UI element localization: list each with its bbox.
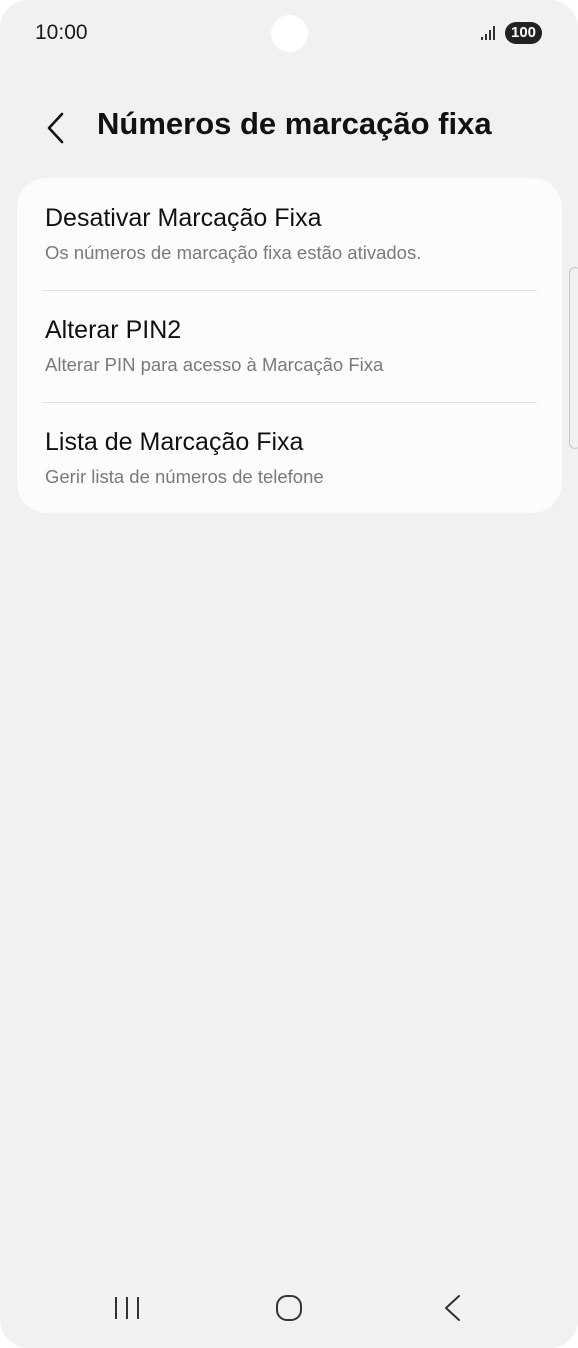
status-time: 10:00 xyxy=(35,21,88,44)
home-icon xyxy=(276,1295,302,1321)
item-title: Alterar PIN2 xyxy=(45,316,182,344)
item-title: Desativar Marcação Fixa xyxy=(45,204,322,232)
page-title: Números de marcação fixa xyxy=(97,106,492,141)
settings-card: Desativar Marcação Fixa Os números de ma… xyxy=(17,178,562,513)
recent-apps-button[interactable] xyxy=(97,1286,157,1330)
settings-item-disable-fixed-dialing[interactable]: Desativar Marcação Fixa Os números de ma… xyxy=(17,178,562,290)
item-title: Lista de Marcação Fixa xyxy=(45,428,304,456)
item-subtitle: Os números de marcação fixa estão ativad… xyxy=(45,242,422,263)
chevron-left-icon xyxy=(47,112,64,144)
phone-screen: 10:00 100 Números de marcação fixa Desat… xyxy=(0,0,578,1348)
home-button[interactable] xyxy=(259,1286,319,1330)
scroll-indicator[interactable] xyxy=(569,267,578,449)
settings-item-fixed-dialing-list[interactable]: Lista de Marcação Fixa Gerir lista de nú… xyxy=(17,403,562,515)
nav-back-button[interactable] xyxy=(421,1286,481,1330)
back-button[interactable] xyxy=(36,106,76,150)
camera-cutout xyxy=(271,15,308,52)
item-subtitle: Alterar PIN para acesso à Marcação Fixa xyxy=(45,354,384,375)
recent-apps-icon xyxy=(115,1297,139,1319)
battery-icon: 100 xyxy=(505,22,542,44)
settings-item-change-pin2[interactable]: Alterar PIN2 Alterar PIN para acesso à M… xyxy=(17,291,562,403)
back-icon xyxy=(445,1295,460,1321)
item-subtitle: Gerir lista de números de telefone xyxy=(45,466,324,487)
signal-icon xyxy=(481,26,495,40)
